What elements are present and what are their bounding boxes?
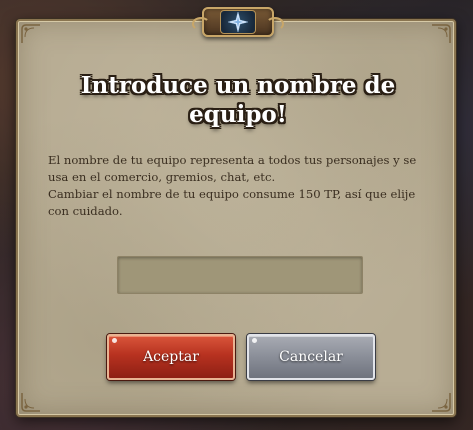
crest-scroll-ornament: [266, 17, 284, 31]
corner-ornament-icon: [432, 393, 451, 412]
dialog-crest: [192, 7, 284, 37]
dialog-title: Introduce un nombre de equipo!: [80, 72, 396, 128]
crest-scroll-ornament: [192, 17, 210, 31]
cancel-button-label: Cancelar: [279, 349, 343, 365]
cancel-button[interactable]: Cancelar: [247, 334, 375, 380]
button-highlight: [112, 338, 117, 343]
accept-button[interactable]: Aceptar: [107, 334, 235, 380]
button-highlight: [252, 338, 257, 343]
team-name-input[interactable]: [117, 256, 363, 294]
description-line: Cambiar el nombre de tu equipo consume 1…: [48, 187, 416, 218]
corner-ornament-icon: [21, 393, 40, 412]
description-line: El nombre de tu equipo representa a todo…: [48, 153, 417, 184]
crest-emblem: [220, 10, 256, 34]
compass-star-icon: [228, 12, 248, 32]
team-name-dialog: Introduce un nombre de equipo! El nombre…: [16, 7, 456, 417]
corner-ornament-icon: [21, 24, 40, 43]
accept-button-label: Aceptar: [143, 349, 199, 365]
dialog-description: El nombre de tu equipo representa a todo…: [48, 152, 432, 220]
corner-ornament-icon: [432, 24, 451, 43]
